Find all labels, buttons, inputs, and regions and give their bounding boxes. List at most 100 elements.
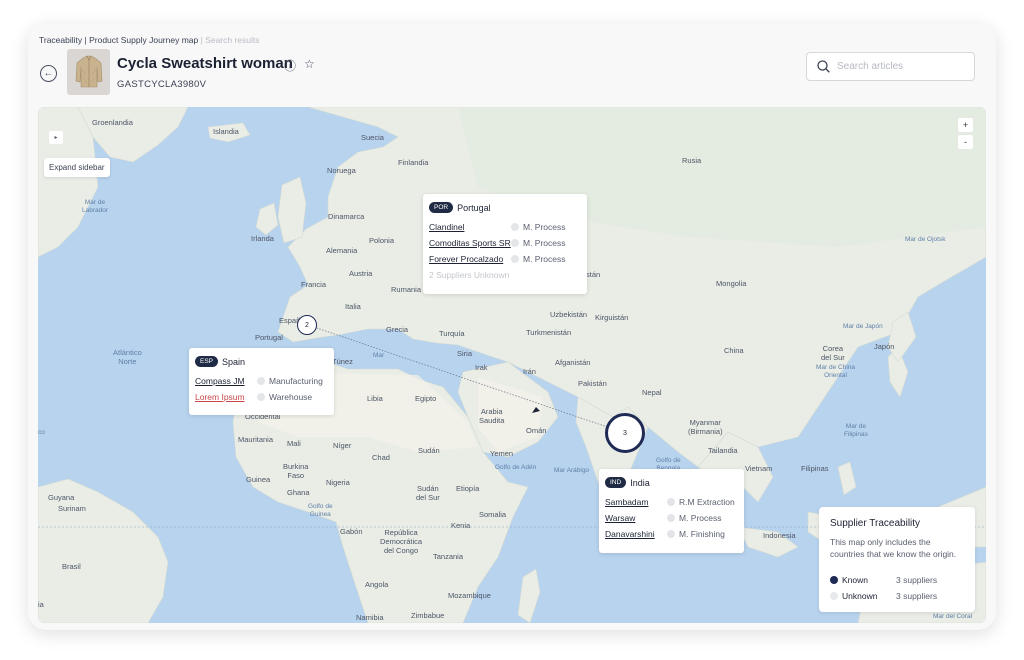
sea-guinea: Golfo de Guinea xyxy=(308,503,333,518)
info-icon[interactable]: ⓘ xyxy=(284,57,296,74)
process-label: M. Process xyxy=(523,238,566,248)
process-icon xyxy=(667,530,675,538)
legend-label: Unknown xyxy=(842,591,878,601)
process-icon xyxy=(667,514,675,522)
label-iran: Irán xyxy=(523,367,536,376)
process-label: Warehouse xyxy=(269,392,313,402)
label-nigeria: Nigeria xyxy=(326,478,350,487)
legend-label: Known xyxy=(842,575,868,585)
supplier-link[interactable]: Comoditas Sports SR xyxy=(429,238,511,248)
label-gabon: Gabón xyxy=(340,527,363,536)
label-corea: Corea del Sur xyxy=(821,344,845,362)
label-ia: ia xyxy=(38,600,44,609)
process-label: M. Finishing xyxy=(679,529,725,539)
label-rdc: República Democrática del Congo xyxy=(380,528,423,555)
star-icon[interactable]: ☆ xyxy=(304,57,315,74)
country-code-badge: IND xyxy=(605,477,627,488)
label-guinea: Guinea xyxy=(246,475,271,484)
sea-coral: Mar del Coral xyxy=(933,613,973,620)
chevron-right-icon: ▸ xyxy=(54,135,58,141)
label-turkmenistan: Turkmenistán xyxy=(526,328,572,337)
sea-china-oriental: Mar de China Oriental xyxy=(816,364,856,379)
label-francia: Francia xyxy=(301,280,327,289)
label-zimbabue: Zimbabue xyxy=(411,611,445,620)
world-map[interactable]: Groenlandia Islandia Suecia Finlandia No… xyxy=(38,107,986,623)
sea-mar: Mar xyxy=(373,352,385,359)
label-italia: Italia xyxy=(345,302,361,311)
label-kenia: Kenia xyxy=(451,521,471,530)
supplier-row: Compass JM Manufacturing xyxy=(195,373,328,389)
sea-labrador: Mar de Labrador xyxy=(82,199,109,214)
supplier-row: Clandinel M. Process xyxy=(429,219,581,235)
supplier-link[interactable]: Warsaw xyxy=(605,513,635,523)
label-alemania: Alemania xyxy=(326,246,358,255)
search-box[interactable] xyxy=(806,52,975,81)
process-label: M. Process xyxy=(679,513,722,523)
zoom-in-button[interactable]: + xyxy=(958,118,973,132)
product-title: Cycla Sweatshirt woman xyxy=(117,55,293,72)
label-nepal: Nepal xyxy=(642,388,662,397)
back-button[interactable]: ← xyxy=(40,65,57,82)
supplier-link[interactable]: Forever Procalzado xyxy=(429,254,503,264)
label-myanmar: Myanmar (Birmania) xyxy=(688,418,723,436)
process-icon xyxy=(511,223,519,231)
supplier-row: Lorem Ipsum Warehouse xyxy=(195,389,328,405)
label-arabia: Arabia Saudita xyxy=(479,407,505,425)
app-window: Traceability | Product Supply Journey ma… xyxy=(28,24,996,630)
cluster-marker-india[interactable]: 3 xyxy=(605,413,645,453)
process-label: M. Process xyxy=(523,222,566,232)
sweatshirt-image xyxy=(75,55,102,88)
zoom-out-button[interactable]: - xyxy=(958,135,973,149)
supplier-link[interactable]: Sambadam xyxy=(605,497,648,507)
legend-item-known: Known 3 suppliers xyxy=(830,572,964,588)
label-niger: Níger xyxy=(333,441,352,450)
label-burkina: Burkina Faso xyxy=(283,462,309,480)
label-islandia: Islandia xyxy=(213,127,239,136)
breadcrumb-traceability[interactable]: Traceability xyxy=(39,35,82,45)
country-name: Spain xyxy=(222,356,246,367)
label-stan: stán xyxy=(586,270,601,279)
label-mongolia: Mongolia xyxy=(716,279,747,288)
supplier-link[interactable]: Lorem Ipsum xyxy=(195,392,245,402)
expand-sidebar-button[interactable]: Expand sidebar xyxy=(44,158,110,177)
label-irlanda: Irlanda xyxy=(251,234,274,243)
product-thumbnail xyxy=(67,49,110,95)
sea-arabigo: Mar Arábigo xyxy=(554,467,590,474)
label-brasil: Brasil xyxy=(62,562,81,571)
label-suecia: Suecia xyxy=(361,133,384,142)
label-siria: Siria xyxy=(457,349,473,358)
known-swatch xyxy=(830,576,838,584)
process-label: Manufacturing xyxy=(269,376,323,386)
legend-description: This map only includes the countries tha… xyxy=(830,537,957,559)
expand-sidebar-toggle[interactable]: ▸ xyxy=(49,131,63,144)
label-uzbekistan: Uzbekistán xyxy=(550,310,588,319)
supplier-link[interactable]: Compass JM xyxy=(195,376,245,386)
supplier-row: Sambadam R.M Extraction xyxy=(605,494,738,510)
label-namibia: Namibia xyxy=(356,613,384,622)
label-egipto: Egipto xyxy=(415,394,437,403)
label-oman: Omán xyxy=(526,426,547,435)
unknown-swatch xyxy=(830,592,838,600)
label-afganistan: Afganistán xyxy=(555,358,591,367)
popup-india: IND India Sambadam R.M Extraction Warsaw… xyxy=(599,469,744,553)
label-polonia: Polonia xyxy=(369,236,395,245)
product-code: GASTCYCLA3980V xyxy=(117,79,207,90)
label-pakistan: Pakistán xyxy=(578,379,607,388)
search-input[interactable] xyxy=(837,61,957,72)
process-icon xyxy=(257,377,265,385)
supplier-link[interactable]: Danavarshini xyxy=(605,529,655,539)
label-libia: Libia xyxy=(367,394,383,403)
unknown-suppliers-text: 2 Suppliers Unknown xyxy=(429,270,510,280)
popup-spain: ESP Spain Compass JM Manufacturing Lorem… xyxy=(189,348,334,415)
supplier-row: Forever Procalzado M. Process xyxy=(429,251,581,267)
label-austria: Austria xyxy=(349,269,373,278)
label-tanzania: Tanzania xyxy=(433,552,464,561)
label-portugal: Portugal xyxy=(255,333,283,342)
cluster-marker-spain[interactable]: 2 xyxy=(297,315,317,335)
label-vietnam: Vietnam xyxy=(745,464,773,473)
search-icon xyxy=(817,60,830,73)
supplier-row: Warsaw M. Process xyxy=(605,510,738,526)
process-label: R.M Extraction xyxy=(679,497,735,507)
breadcrumb-journey-map[interactable]: Product Supply Journey map xyxy=(89,35,198,45)
supplier-link[interactable]: Clandinel xyxy=(429,222,464,232)
